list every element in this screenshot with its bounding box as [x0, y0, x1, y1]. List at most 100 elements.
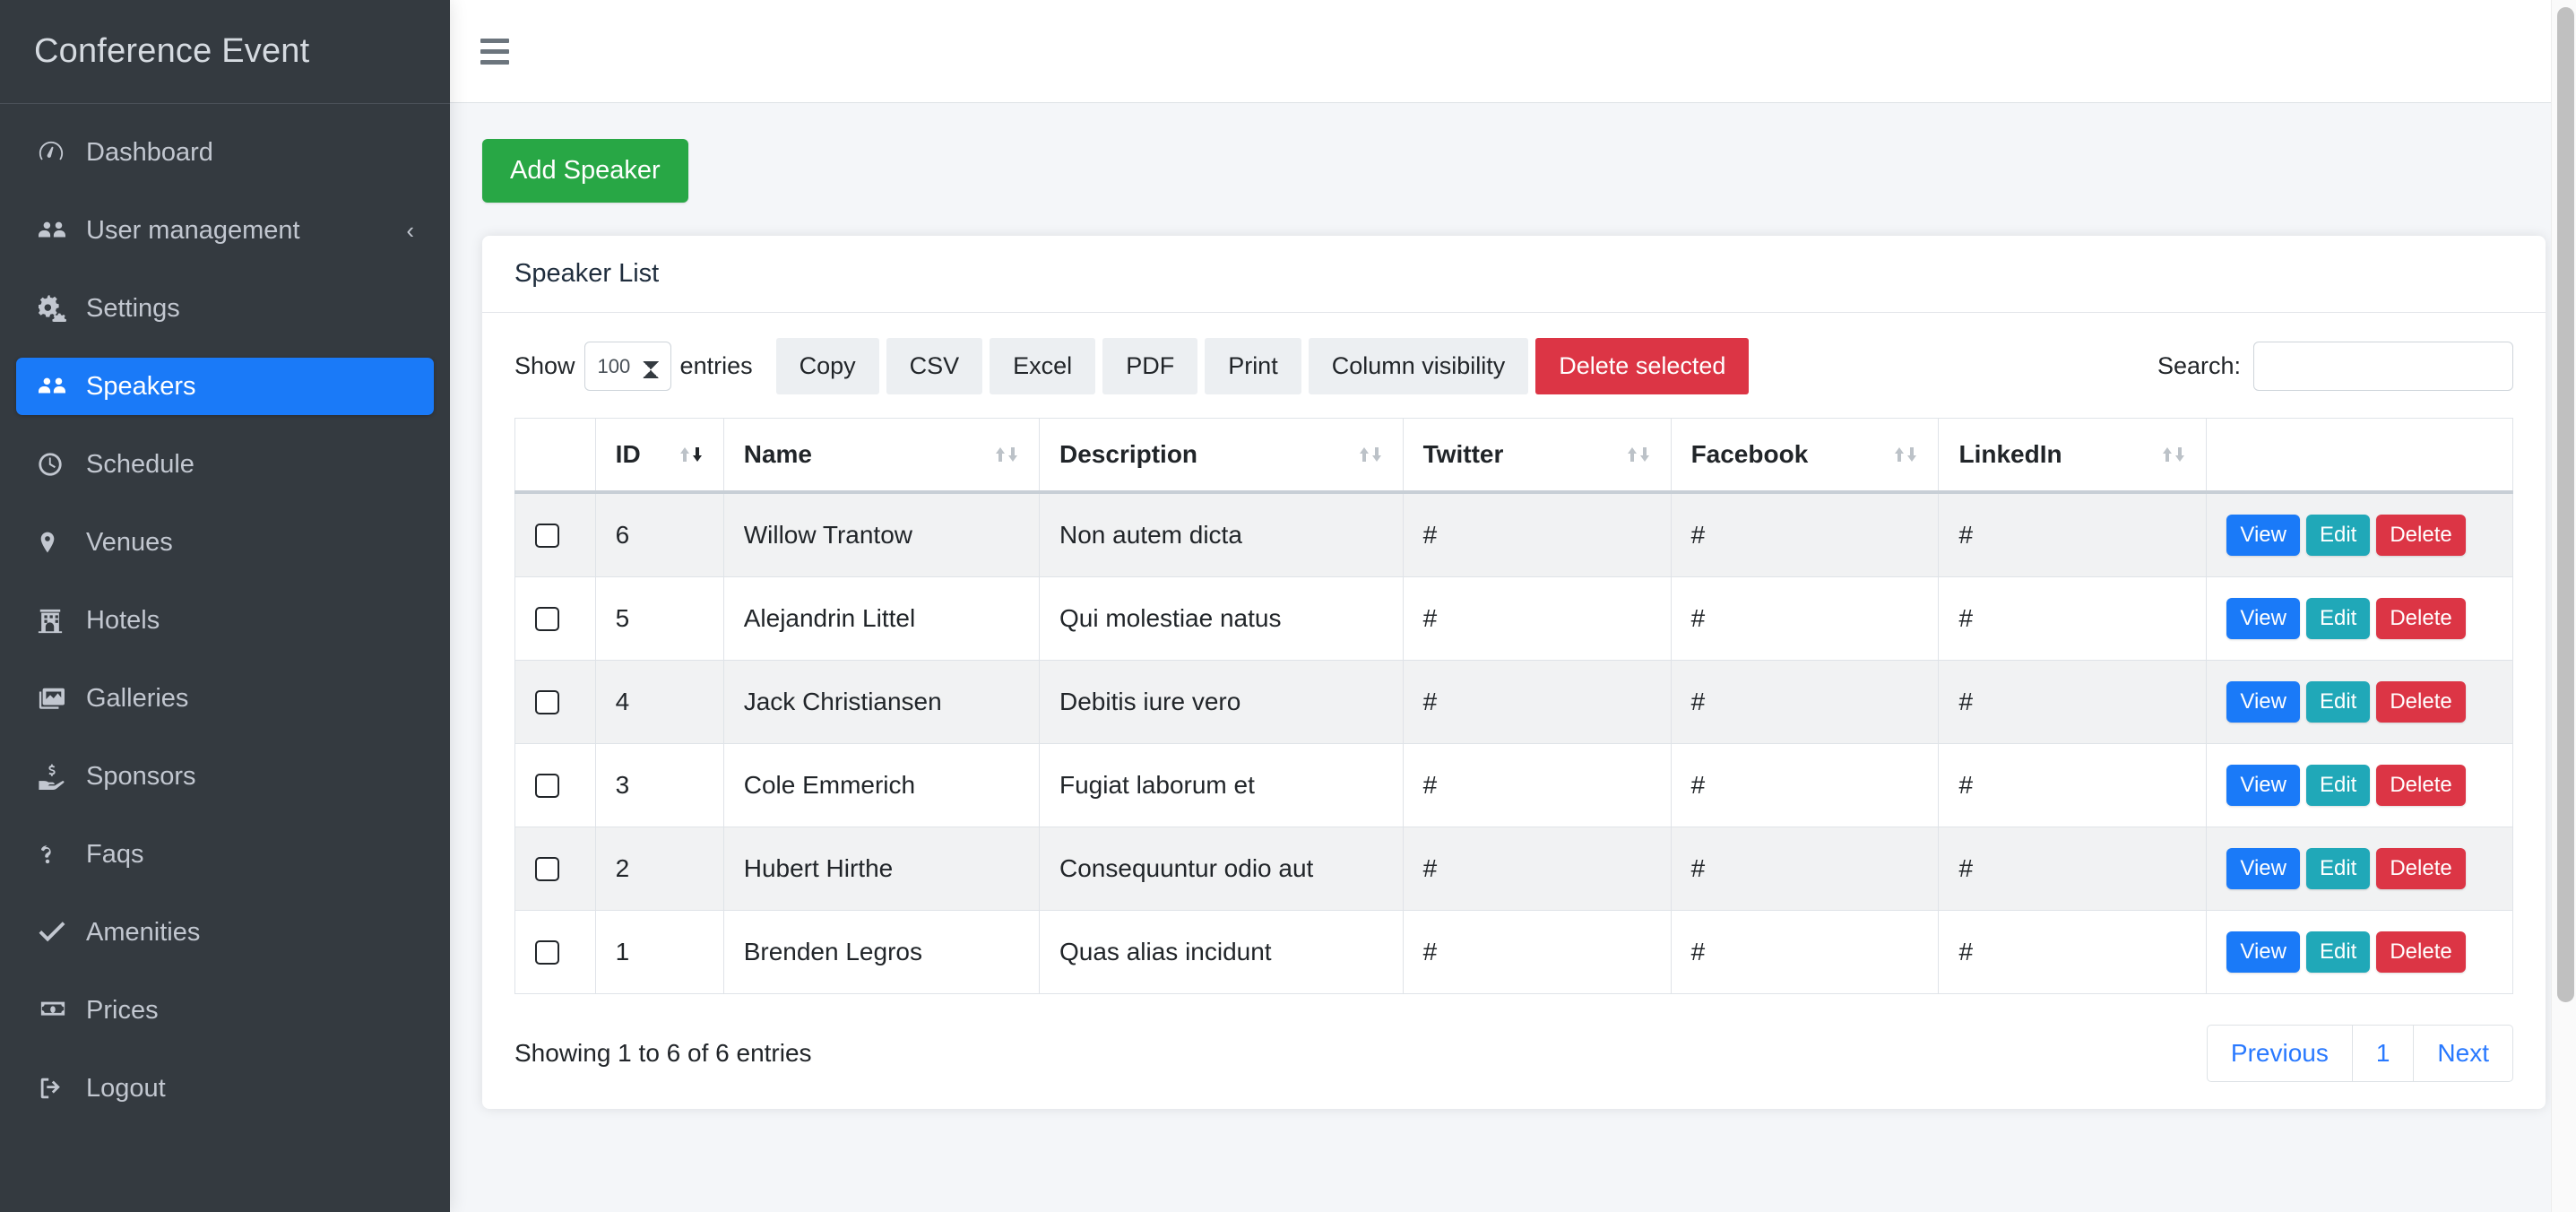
- row-actions-cell: View Edit Delete: [2206, 491, 2513, 577]
- row-actions-cell: View Edit Delete: [2206, 743, 2513, 827]
- sidebar-item-label: Hotels: [86, 605, 160, 635]
- search-input[interactable]: [2253, 342, 2513, 391]
- brand[interactable]: Conference Event: [0, 0, 450, 104]
- row-id: 2: [594, 827, 724, 911]
- sidebar-item-schedule[interactable]: Schedule: [16, 436, 434, 493]
- row-linkedin: #: [1938, 491, 2208, 577]
- window-scrollbar[interactable]: [2551, 0, 2576, 1212]
- row-actions-cell: View Edit Delete: [2206, 576, 2513, 661]
- scrollbar-thumb[interactable]: [2557, 7, 2574, 1002]
- sidebar-item-logout[interactable]: Logout: [16, 1060, 434, 1117]
- row-checkbox[interactable]: [535, 689, 559, 714]
- image-icon: [36, 685, 77, 712]
- row-name: Brenden Legros: [722, 910, 1041, 994]
- page-length-select[interactable]: 102550100: [583, 342, 671, 391]
- sidebar-item-dashboard[interactable]: Dashboard: [16, 124, 434, 181]
- row-select-cell: [514, 491, 596, 577]
- row-checkbox[interactable]: [535, 606, 559, 631]
- edit-button[interactable]: Edit: [2305, 681, 2371, 723]
- sort-icon[interactable]: [2136, 444, 2186, 465]
- delete-button[interactable]: Delete: [2376, 598, 2466, 639]
- sidebar-item-faqs[interactable]: Faqs: [16, 826, 434, 883]
- search-label: Search:: [2157, 352, 2241, 379]
- row-linkedin: #: [1938, 576, 2208, 661]
- speakers-table: ID Name Description Twitter Facebook LinkedIn…: [514, 418, 2513, 994]
- edit-button[interactable]: Edit: [2305, 848, 2371, 889]
- table-row: 6 Willow Trantow Non autem dicta # # # View Edi…: [514, 491, 2513, 577]
- column-header-linkedin[interactable]: LinkedIn: [1938, 418, 2208, 494]
- column-header-label: ID: [615, 440, 641, 468]
- row-checkbox[interactable]: [535, 773, 559, 798]
- row-name: Cole Emmerich: [722, 743, 1041, 827]
- export-buttons: Copy CSV Excel PDF Print Column visibility Del…: [775, 338, 1757, 394]
- sidebar-item-settings[interactable]: Settings: [16, 280, 434, 337]
- column-header-id[interactable]: ID: [594, 418, 724, 494]
- view-button[interactable]: View: [2226, 931, 2300, 973]
- delete-selected-button[interactable]: Delete selected: [1535, 338, 1750, 394]
- row-select-cell: [514, 660, 596, 744]
- csv-button[interactable]: CSV: [886, 338, 983, 394]
- add-speaker-button[interactable]: Add Speaker: [482, 139, 688, 203]
- brand-title: Conference Event: [34, 32, 310, 70]
- sidebar-item-speakers[interactable]: Speakers: [16, 358, 434, 415]
- edit-button[interactable]: Edit: [2305, 931, 2371, 973]
- hamburger-icon[interactable]: [480, 31, 520, 71]
- gears-icon: [36, 295, 77, 322]
- sidebar-item-label: Galleries: [86, 683, 189, 713]
- view-button[interactable]: View: [2226, 598, 2300, 639]
- sidebar-item-amenities[interactable]: Amenities: [16, 904, 434, 961]
- delete-button[interactable]: Delete: [2376, 681, 2466, 723]
- view-button[interactable]: View: [2226, 848, 2300, 889]
- column-header-facebook[interactable]: Facebook: [1670, 418, 1940, 494]
- sidebar-item-prices[interactable]: Prices: [16, 982, 434, 1039]
- row-twitter: #: [1402, 576, 1672, 661]
- row-checkbox[interactable]: [535, 856, 559, 881]
- view-button[interactable]: View: [2226, 765, 2300, 806]
- sidebar-item-sponsors[interactable]: Sponsors: [16, 748, 434, 805]
- delete-button[interactable]: Delete: [2376, 515, 2466, 556]
- row-checkbox[interactable]: [535, 939, 559, 965]
- pagination-previous[interactable]: Previous: [2206, 1025, 2353, 1082]
- column-header-twitter[interactable]: Twitter: [1402, 418, 1672, 494]
- column-header-description[interactable]: Description: [1039, 418, 1404, 494]
- chevron-left-icon[interactable]: ‹: [406, 219, 414, 242]
- row-checkbox[interactable]: [535, 523, 559, 548]
- sort-icon[interactable]: [653, 444, 704, 465]
- sort-icon[interactable]: [1601, 444, 1651, 465]
- row-actions-cell: View Edit Delete: [2206, 827, 2513, 911]
- view-button[interactable]: View: [2226, 515, 2300, 556]
- sidebar-item-venues[interactable]: Venues: [16, 514, 434, 571]
- row-id: 3: [594, 743, 724, 827]
- sidebar-item-galleries[interactable]: Galleries: [16, 670, 434, 727]
- delete-button[interactable]: Delete: [2376, 931, 2466, 973]
- map-marker-icon: [36, 529, 77, 556]
- row-select-cell: [514, 576, 596, 661]
- column-visibility-button[interactable]: Column visibility: [1308, 338, 1529, 394]
- copy-button[interactable]: Copy: [775, 338, 879, 394]
- delete-button[interactable]: Delete: [2376, 765, 2466, 806]
- sidebar-item-label: Schedule: [86, 449, 194, 479]
- sidebar-item-label: Amenities: [86, 917, 201, 947]
- view-button[interactable]: View: [2226, 681, 2300, 723]
- row-facebook: #: [1670, 910, 1940, 994]
- edit-button[interactable]: Edit: [2305, 515, 2371, 556]
- pagination-page-1[interactable]: 1: [2351, 1025, 2415, 1082]
- excel-button[interactable]: Excel: [990, 338, 1096, 394]
- pdf-button[interactable]: PDF: [1102, 338, 1198, 394]
- row-description: Qui molestiae natus: [1039, 576, 1404, 661]
- row-id: 4: [594, 660, 724, 744]
- edit-button[interactable]: Edit: [2305, 765, 2371, 806]
- delete-button[interactable]: Delete: [2376, 848, 2466, 889]
- column-header-blank: [514, 418, 596, 494]
- sidebar-item-label: Venues: [86, 527, 173, 557]
- sidebar-item-hotels[interactable]: Hotels: [16, 592, 434, 649]
- row-id: 6: [594, 491, 724, 577]
- column-header-name[interactable]: Name: [722, 418, 1041, 494]
- sort-icon[interactable]: [969, 444, 1019, 465]
- sidebar-item-user-management[interactable]: User management ‹: [16, 202, 434, 259]
- sort-icon[interactable]: [1333, 444, 1383, 465]
- print-button[interactable]: Print: [1205, 338, 1301, 394]
- sort-icon[interactable]: [1868, 444, 1918, 465]
- edit-button[interactable]: Edit: [2305, 598, 2371, 639]
- pagination-next[interactable]: Next: [2413, 1025, 2513, 1082]
